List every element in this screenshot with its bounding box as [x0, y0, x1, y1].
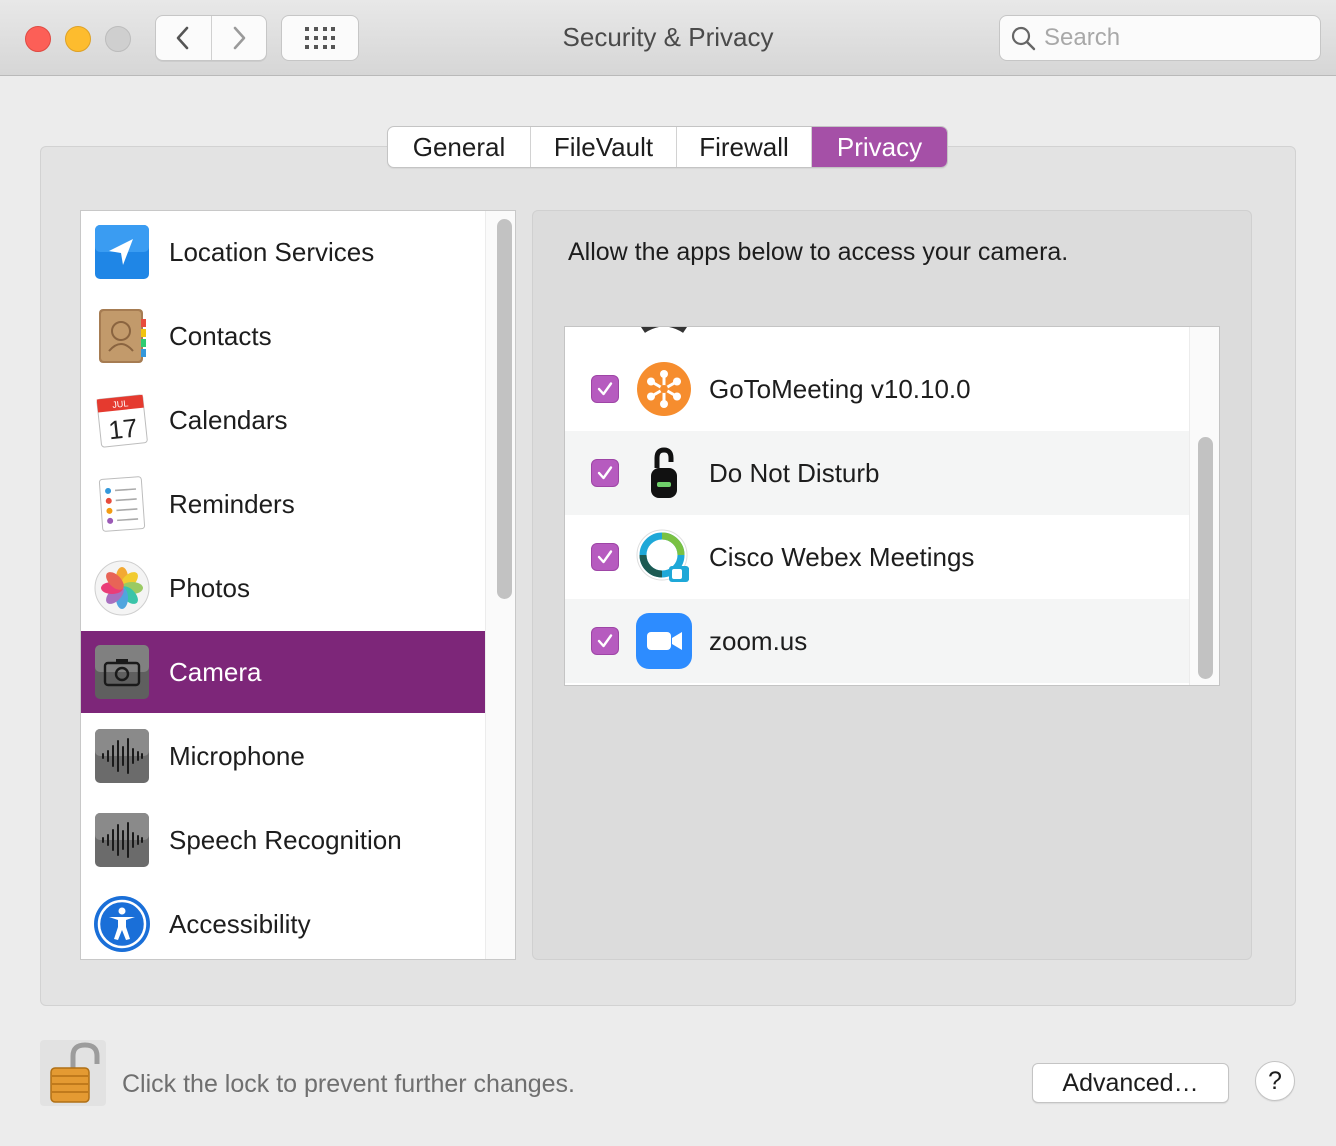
category-scrollbar[interactable] [485, 211, 515, 959]
category-accessibility[interactable]: Accessibility [81, 883, 485, 959]
app-checkbox[interactable] [591, 375, 619, 403]
category-label: Speech Recognition [169, 824, 402, 855]
checkmark-icon [597, 466, 613, 480]
help-button[interactable]: ? [1255, 1061, 1295, 1101]
back-forward-group [155, 15, 267, 61]
app-row-do-not-disturb[interactable]: Do Not Disturb [565, 431, 1189, 515]
search-input[interactable] [1044, 24, 1314, 52]
category-calendars[interactable]: JUL 17 Calendars [81, 379, 485, 461]
app-name: Do Not Disturb [709, 457, 880, 488]
accessibility-icon [93, 895, 151, 953]
app-list-scrollbar[interactable] [1189, 327, 1219, 685]
tab-firewall[interactable]: Firewall [676, 127, 811, 167]
app-row-cisco-webex[interactable]: Cisco Webex Meetings [565, 515, 1189, 599]
category-microphone[interactable]: Microphone [81, 715, 485, 797]
app-checkbox[interactable] [591, 543, 619, 571]
category-label: Calendars [169, 404, 288, 435]
checkmark-icon [597, 550, 613, 564]
app-checkbox[interactable] [591, 627, 619, 655]
list-item-partial [565, 327, 1189, 349]
category-label: Photos [169, 572, 250, 603]
category-label: Camera [169, 656, 262, 687]
app-name: Cisco Webex Meetings [709, 541, 975, 572]
svg-text:17: 17 [107, 413, 139, 446]
minimize-window-button[interactable] [65, 26, 91, 52]
chevron-right-icon [233, 26, 246, 50]
category-photos[interactable]: Photos [81, 547, 485, 629]
app-row-gotomeeting[interactable]: GoToMeeting v10.10.0 [565, 347, 1189, 431]
back-button[interactable] [156, 16, 211, 60]
calendar-icon: JUL 17 [93, 391, 151, 449]
checkmark-icon [597, 634, 613, 648]
category-camera[interactable]: Camera [81, 631, 485, 713]
title-bar: Security & Privacy [0, 0, 1336, 76]
contacts-book-icon [93, 307, 151, 365]
category-contacts[interactable]: Contacts [81, 295, 485, 377]
camera-app-list[interactable]: GoToMeeting v10.10.0 Do Not Disturb Cisc… [564, 326, 1220, 686]
waveform-icon [93, 811, 151, 869]
zoom-icon [635, 612, 693, 670]
security-privacy-window: Security & Privacy General FileVault Fir… [0, 0, 1336, 1146]
checkmark-icon [597, 382, 613, 396]
camera-access-description: Allow the apps below to access your came… [568, 238, 1069, 266]
waveform-icon [93, 727, 151, 785]
category-label: Reminders [169, 488, 295, 519]
search-icon [1011, 26, 1036, 51]
privacy-category-list[interactable]: Location Services Contacts JUL 17 Calenda… [80, 210, 516, 960]
grid-icon [305, 27, 335, 49]
category-label: Microphone [169, 740, 305, 771]
scrollbar-thumb[interactable] [497, 219, 512, 599]
app-icon-partial [635, 327, 693, 336]
app-name: GoToMeeting v10.10.0 [709, 373, 971, 404]
forward-button[interactable] [210, 16, 267, 60]
app-row-zoom[interactable]: zoom.us [565, 599, 1189, 683]
gotomeeting-icon [635, 360, 693, 418]
chevron-left-icon [176, 26, 189, 50]
photos-flower-icon [93, 559, 151, 617]
tab-general[interactable]: General [388, 127, 530, 167]
category-speech-recognition[interactable]: Speech Recognition [81, 799, 485, 881]
app-name: zoom.us [709, 625, 808, 656]
zoom-window-button[interactable] [105, 26, 131, 52]
unlocked-padlock-icon [50, 1042, 100, 1103]
category-label: Location Services [169, 236, 375, 267]
svg-text:JUL: JUL [112, 398, 129, 410]
do-not-disturb-icon [635, 444, 693, 502]
category-label: Contacts [169, 320, 272, 351]
reminders-icon [93, 475, 151, 533]
scrollbar-thumb[interactable] [1198, 437, 1213, 679]
category-location-services[interactable]: Location Services [81, 211, 485, 293]
close-window-button[interactable] [25, 26, 51, 52]
webex-icon [635, 528, 693, 586]
location-arrow-icon [93, 223, 151, 281]
tab-privacy[interactable]: Privacy [811, 127, 947, 167]
lock-button[interactable] [40, 1040, 106, 1106]
lock-status-text: Click the lock to prevent further change… [122, 1070, 576, 1098]
tab-bar: General FileVault Firewall Privacy [387, 126, 948, 168]
show-all-button[interactable] [281, 15, 359, 61]
tab-filevault[interactable]: FileVault [530, 127, 676, 167]
camera-icon [93, 643, 151, 701]
search-field[interactable] [999, 15, 1321, 61]
category-reminders[interactable]: Reminders [81, 463, 485, 545]
category-label: Accessibility [169, 908, 311, 939]
app-checkbox[interactable] [591, 459, 619, 487]
advanced-button[interactable]: Advanced… [1032, 1063, 1229, 1103]
